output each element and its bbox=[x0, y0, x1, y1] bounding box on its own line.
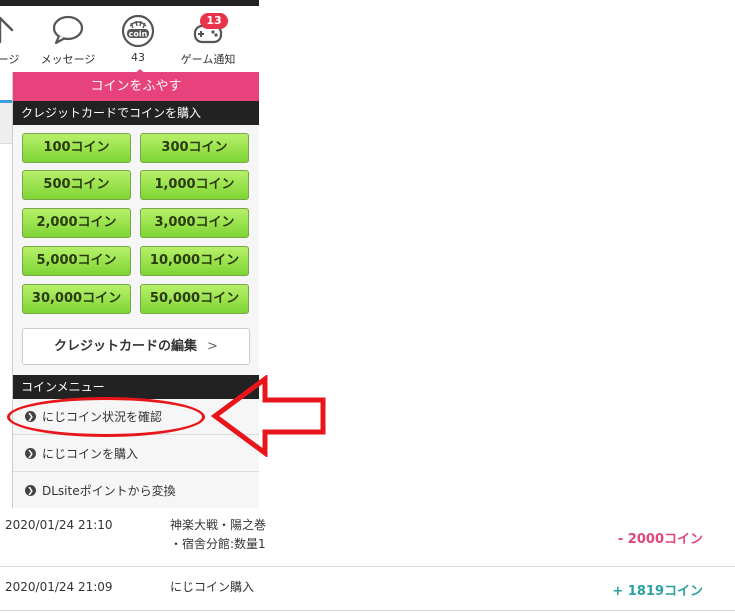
home-icon bbox=[0, 16, 14, 44]
row-description-line: ・宿舎分館:数量1 bbox=[170, 537, 266, 551]
menu-item-label: DLsiteポイントから変換 bbox=[42, 484, 176, 498]
buy-3000-coin-button[interactable]: 3,000コイン bbox=[140, 208, 249, 238]
row-description-line: 神楽大戦・陽之巻 bbox=[170, 518, 267, 532]
notification-badge: 13 bbox=[200, 13, 228, 29]
buy-300-coin-button[interactable]: 300コイン bbox=[140, 133, 249, 163]
buy-30000-coin-button[interactable]: 30,000コイン bbox=[22, 284, 131, 314]
buy-100-coin-button[interactable]: 100コイン bbox=[22, 133, 131, 163]
edit-credit-card-button[interactable]: クレジットカードの編集 > bbox=[22, 328, 250, 365]
coin-button-grid: 100コイン 300コイン 500コイン 1,000コイン 2,000コイン 3… bbox=[13, 125, 259, 343]
buy-5000-coin-button[interactable]: 5,000コイン bbox=[22, 246, 131, 276]
buy-50000-coin-button[interactable]: 50,000コイン bbox=[140, 284, 249, 314]
dropdown-title: コインをふやす bbox=[13, 72, 259, 101]
chevron-bullet-icon: ❯ bbox=[25, 448, 36, 459]
coin-icon: coin bbox=[121, 14, 155, 48]
coin-count: 43 bbox=[131, 51, 145, 64]
nav-home-label: ページ bbox=[0, 53, 20, 66]
row-date: 2020/01/24 21:09 bbox=[5, 580, 113, 594]
row-date: 2020/01/24 21:10 bbox=[5, 518, 113, 532]
credit-card-section-header: クレジットカードでコインを購入 bbox=[13, 101, 259, 125]
row-description: 神楽大戦・陽之巻 ・宿舎分館:数量1 bbox=[170, 516, 266, 554]
annotation-arrow-icon bbox=[210, 375, 326, 457]
row-divider bbox=[0, 566, 735, 567]
buy-10000-coin-button[interactable]: 10,000コイン bbox=[140, 246, 249, 276]
chevron-right-icon: > bbox=[207, 339, 218, 354]
top-header: ページ メッセージ coin 43 13 ゲーム通知 bbox=[0, 0, 259, 78]
buy-500-coin-button[interactable]: 500コイン bbox=[22, 170, 131, 200]
row-description-line: にじコイン購入 bbox=[170, 580, 255, 594]
edit-credit-card-label: クレジットカードの編集 bbox=[54, 339, 198, 354]
chevron-bullet-icon: ❯ bbox=[25, 485, 36, 496]
row-description: にじコイン購入 bbox=[170, 578, 254, 597]
menu-item-convert-dlsite-points[interactable]: ❯ DLsiteポイントから変換 bbox=[13, 473, 259, 508]
menu-item-label: にじコインを購入 bbox=[42, 447, 139, 461]
buy-1000-coin-button[interactable]: 1,000コイン bbox=[140, 170, 249, 200]
svg-text:coin: coin bbox=[129, 30, 148, 39]
annotation-ellipse bbox=[7, 397, 205, 437]
nav-message-label: メッセージ bbox=[40, 53, 96, 66]
nav-home[interactable]: ページ bbox=[0, 14, 28, 66]
message-icon bbox=[52, 15, 84, 45]
row-amount: + 1819コイン bbox=[612, 584, 703, 599]
nav-message[interactable]: メッセージ bbox=[40, 14, 96, 66]
background-panel bbox=[0, 103, 12, 144]
nav-game-notice[interactable]: 13 ゲーム通知 bbox=[175, 13, 241, 66]
row-amount: - 2000コイン bbox=[617, 532, 703, 547]
buy-2000-coin-button[interactable]: 2,000コイン bbox=[22, 208, 131, 238]
row-divider bbox=[0, 610, 735, 611]
nav-game-label: ゲーム通知 bbox=[180, 53, 236, 66]
nav-coin[interactable]: coin 43 bbox=[116, 14, 160, 64]
